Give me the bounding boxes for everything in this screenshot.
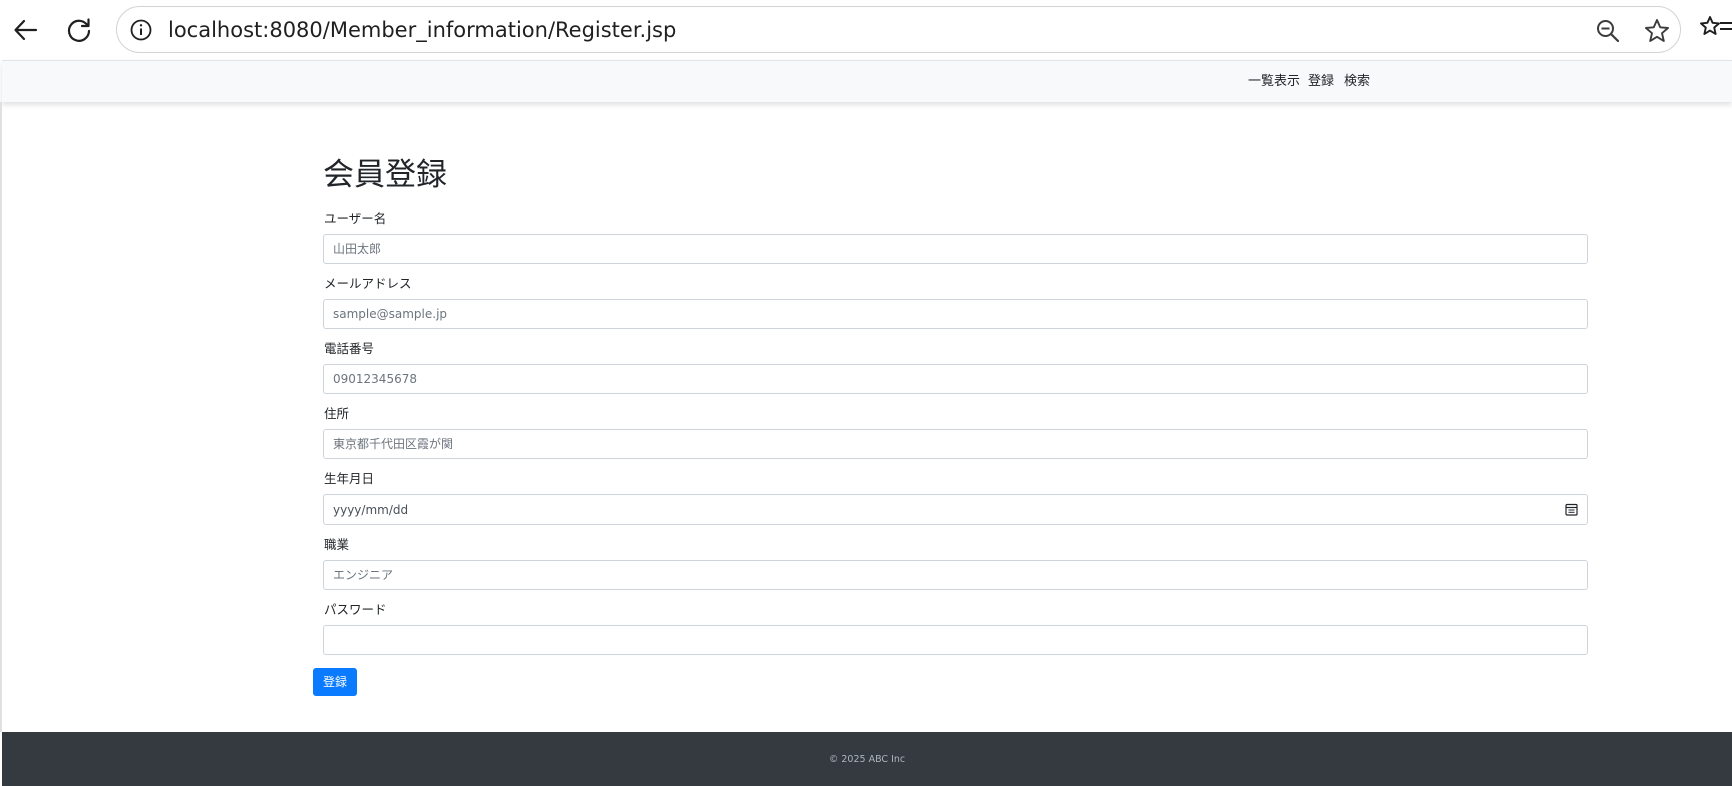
- occupation-input[interactable]: [323, 560, 1588, 590]
- site-info-icon[interactable]: [129, 18, 153, 42]
- password-label: パスワード: [324, 602, 387, 617]
- register-button[interactable]: 登録: [313, 668, 357, 696]
- bookmark-star-icon[interactable]: [1643, 17, 1671, 45]
- site-navbar: 一覧表示 登録 検索: [2, 60, 1732, 102]
- page-border: [0, 102, 2, 732]
- email-input[interactable]: [323, 299, 1588, 329]
- url-text[interactable]: localhost:8080/Member_information/Regist…: [168, 17, 676, 43]
- page-title: 会員登録: [323, 157, 447, 193]
- address-label: 住所: [324, 406, 350, 421]
- username-label: ユーザー名: [324, 211, 387, 226]
- site-footer: © 2025 ABC Inc: [2, 732, 1732, 786]
- zoom-out-icon[interactable]: [1595, 18, 1621, 44]
- password-input[interactable]: [323, 625, 1588, 655]
- username-input[interactable]: [323, 234, 1588, 264]
- address-bar[interactable]: localhost:8080/Member_information/Regist…: [116, 6, 1681, 53]
- birthdate-label: 生年月日: [324, 471, 375, 486]
- nav-link-search[interactable]: 検索: [1344, 74, 1370, 90]
- reload-icon: [67, 18, 91, 42]
- address-input[interactable]: [323, 429, 1588, 459]
- phone-input[interactable]: [323, 364, 1588, 394]
- nav-link-list[interactable]: 一覧表示: [1248, 74, 1300, 90]
- email-label: メールアドレス: [324, 276, 412, 291]
- reading-list-icon[interactable]: [1700, 14, 1732, 44]
- phone-label: 電話番号: [324, 341, 375, 356]
- reload-button[interactable]: [61, 12, 97, 48]
- nav-link-register[interactable]: 登録: [1308, 74, 1334, 90]
- birthdate-placeholder: yyyy/mm/dd: [333, 502, 409, 517]
- occupation-label: 職業: [324, 537, 350, 552]
- birthdate-input[interactable]: yyyy/mm/dd: [323, 494, 1588, 525]
- back-button[interactable]: [8, 12, 44, 48]
- back-arrow-icon: [14, 19, 38, 41]
- browser-toolbar: localhost:8080/Member_information/Regist…: [0, 0, 1732, 60]
- calendar-icon[interactable]: [1565, 503, 1578, 516]
- copyright-text: © 2025 ABC Inc: [828, 754, 906, 765]
